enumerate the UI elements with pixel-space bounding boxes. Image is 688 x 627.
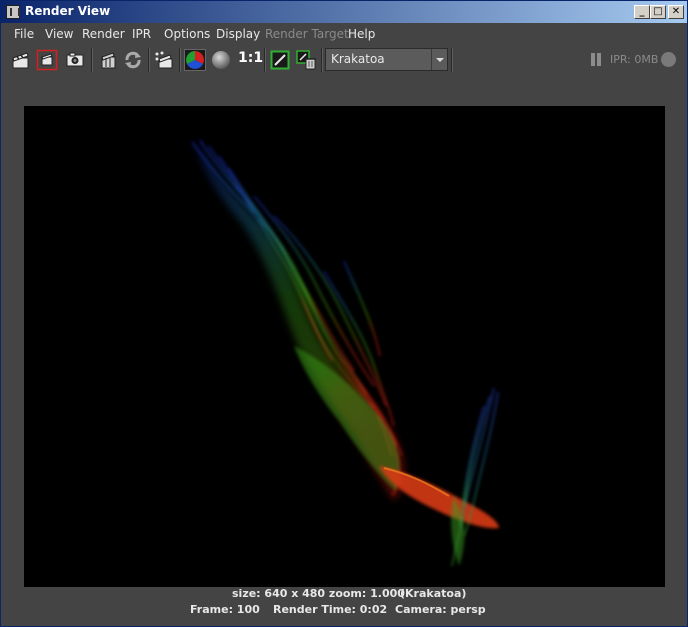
menu-ipr[interactable]: IPR (132, 27, 151, 41)
pause-ipr-icon[interactable] (590, 53, 602, 66)
menu-help[interactable]: Help (348, 27, 375, 41)
maya-app-icon[interactable] (6, 5, 20, 19)
image-size-zoom-info: size: 640 x 480 zoom: 1.000 (232, 587, 405, 600)
menu-render-target[interactable]: Render Target (265, 27, 349, 41)
window-title: Render View (25, 4, 111, 18)
toolbar-separator (321, 48, 323, 72)
toolbar: 1:1 Krakatoa IPR: 0MB (1, 45, 687, 75)
minimize-button[interactable]: _ (634, 5, 650, 19)
close-button[interactable]: ✕ (668, 5, 684, 19)
render-view-window: Render View _ □ ✕ File View Render IPR O… (0, 0, 688, 627)
chevron-down-icon[interactable] (431, 49, 447, 70)
menu-view[interactable]: View (45, 27, 73, 41)
snapshot-camera-icon[interactable] (64, 49, 86, 71)
renderer-name-info: (Krakatoa) (400, 587, 467, 600)
camera-info: Camera: persp (395, 603, 486, 616)
render-viewport[interactable]: size: 640 x 480 zoom: 1.000 (Krakatoa) F… (1, 75, 687, 626)
real-size-button[interactable]: 1:1 (238, 50, 263, 66)
toolbar-separator (148, 48, 150, 72)
ipr-stop-icon[interactable] (661, 52, 676, 67)
menu-bar: File View Render IPR Options Display Ren… (1, 23, 687, 45)
maximize-button[interactable]: □ (650, 5, 666, 19)
menu-display[interactable]: Display (216, 27, 260, 41)
render-region-icon[interactable] (36, 49, 58, 71)
ipr-memory-status: IPR: 0MB (610, 53, 659, 66)
ipr-render-icon[interactable] (153, 49, 175, 71)
render-clapper-icon[interactable] (10, 49, 32, 71)
color-channels-icon[interactable] (184, 49, 206, 71)
title-bar[interactable]: Render View _ □ ✕ (1, 1, 687, 23)
alpha-channel-icon[interactable] (210, 49, 232, 71)
render-image[interactable] (24, 106, 665, 587)
frame-info: Frame: 100 (190, 603, 260, 616)
keep-image-icon[interactable] (269, 49, 291, 71)
toolbar-separator (451, 48, 453, 72)
menu-render[interactable]: Render (82, 27, 125, 41)
refresh-icon[interactable] (122, 49, 144, 71)
menu-file[interactable]: File (14, 27, 34, 41)
toolbar-separator (264, 48, 266, 72)
render-time-info: Render Time: 0:02 (273, 603, 388, 616)
toolbar-separator (179, 48, 181, 72)
renderer-dropdown-value: Krakatoa (331, 52, 385, 66)
toolbar-separator (91, 48, 93, 72)
remove-image-icon[interactable] (295, 49, 317, 71)
redo-render-icon[interactable] (97, 49, 119, 71)
renderer-dropdown[interactable]: Krakatoa (325, 48, 448, 71)
particle-render-image (191, 138, 499, 567)
menu-options[interactable]: Options (164, 27, 210, 41)
